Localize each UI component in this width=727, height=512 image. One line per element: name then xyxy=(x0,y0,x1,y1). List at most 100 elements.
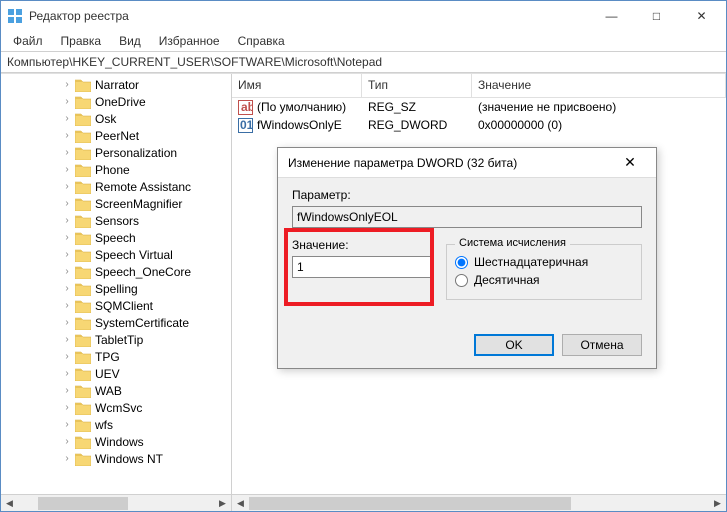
dialog-titlebar: Изменение параметра DWORD (32 бита) ✕ xyxy=(278,148,656,178)
minimize-button[interactable]: — xyxy=(589,2,634,30)
radix-hex[interactable]: Шестнадцатеричная xyxy=(455,255,633,269)
menu-favorites[interactable]: Избранное xyxy=(151,32,228,50)
chevron-right-icon[interactable]: › xyxy=(61,317,73,328)
tree-item[interactable]: ›Narrator xyxy=(1,76,232,93)
chevron-right-icon[interactable]: › xyxy=(61,198,73,209)
chevron-right-icon[interactable]: › xyxy=(61,147,73,158)
svg-text:011: 011 xyxy=(240,118,253,132)
address-bar[interactable]: Компьютер\HKEY_CURRENT_USER\SOFTWARE\Mic… xyxy=(1,51,726,73)
chevron-right-icon[interactable]: › xyxy=(61,385,73,396)
chevron-right-icon[interactable]: › xyxy=(61,368,73,379)
tree-item[interactable]: › UEV xyxy=(1,365,232,382)
tree-item[interactable]: ›Phone xyxy=(1,161,232,178)
registry-editor-window: Редактор реестра — □ ✕ Файл Правка Вид И… xyxy=(0,0,727,512)
tree-item[interactable]: ›Spelling xyxy=(1,280,232,297)
tree-item[interactable]: ›Windows xyxy=(1,433,232,450)
chevron-right-icon[interactable]: › xyxy=(61,453,73,464)
tree-item[interactable]: › WAB xyxy=(1,382,232,399)
radix-dec-radio[interactable] xyxy=(455,274,468,287)
edit-dword-dialog: Изменение параметра DWORD (32 бита) ✕ Па… xyxy=(277,147,657,369)
list-row[interactable]: 011fWindowsOnlyEREG_DWORD0x00000000 (0) xyxy=(232,116,726,134)
tree-item[interactable]: ›OneDrive xyxy=(1,93,232,110)
chevron-right-icon[interactable]: › xyxy=(61,181,73,192)
tree-item[interactable]: ›Speech xyxy=(1,229,232,246)
tree-item[interactable]: ›TabletTip xyxy=(1,331,232,348)
chevron-right-icon[interactable]: › xyxy=(61,436,73,447)
col-type[interactable]: Тип xyxy=(362,74,472,97)
scroll-track[interactable] xyxy=(249,495,709,512)
chevron-right-icon[interactable]: › xyxy=(61,249,73,260)
menu-view[interactable]: Вид xyxy=(111,32,149,50)
tree-item[interactable]: ›WcmSvc xyxy=(1,399,232,416)
col-name[interactable]: Имя xyxy=(232,74,362,97)
chevron-right-icon[interactable]: › xyxy=(61,266,73,277)
list-row[interactable]: ab(По умолчанию)REG_SZ(значение не присв… xyxy=(232,98,726,116)
tree-item-label: wfs xyxy=(95,418,113,432)
tree-item-label: Speech Virtual xyxy=(95,248,173,262)
chevron-right-icon[interactable]: › xyxy=(61,232,73,243)
value-input[interactable] xyxy=(292,256,432,278)
scroll-track[interactable] xyxy=(18,495,214,512)
chevron-right-icon[interactable]: › xyxy=(61,300,73,311)
radix-group: Система исчисления Шестнадцатеричная Дес… xyxy=(446,244,642,300)
tree-item-label: WAB xyxy=(95,384,122,398)
tree-item[interactable]: ›Speech_OneCore xyxy=(1,263,232,280)
tree-item-label: TPG xyxy=(95,350,120,364)
tree-pane[interactable]: ›Narrator›OneDrive›Osk›PeerNet›Personali… xyxy=(1,74,232,511)
tree-item[interactable]: ›Sensors xyxy=(1,212,232,229)
radix-dec[interactable]: Десятичная xyxy=(455,273,633,287)
tree-item-label: SQMClient xyxy=(95,299,153,313)
cell-name: fWindowsOnlyE xyxy=(257,118,342,132)
chevron-right-icon[interactable]: › xyxy=(61,113,73,124)
scroll-left-icon[interactable]: ◀ xyxy=(232,495,249,512)
chevron-right-icon[interactable]: › xyxy=(61,96,73,107)
chevron-right-icon[interactable]: › xyxy=(61,130,73,141)
tree-item[interactable]: › Speech Virtual xyxy=(1,246,232,263)
menu-edit[interactable]: Правка xyxy=(53,32,110,50)
scroll-left-icon[interactable]: ◀ xyxy=(1,495,18,512)
chevron-right-icon[interactable]: › xyxy=(61,334,73,345)
list-h-scrollbar[interactable]: ◀ ▶ xyxy=(232,494,726,511)
tree-item[interactable]: › Remote Assistanc xyxy=(1,178,232,195)
tree-item[interactable]: › wfs xyxy=(1,416,232,433)
chevron-right-icon[interactable]: › xyxy=(61,283,73,294)
chevron-right-icon[interactable]: › xyxy=(61,351,73,362)
ok-button[interactable]: OK xyxy=(474,334,554,356)
tree-item-label: PeerNet xyxy=(95,129,139,143)
menu-file[interactable]: Файл xyxy=(5,32,51,50)
cancel-button[interactable]: Отмена xyxy=(562,334,642,356)
tree-item[interactable]: ›SystemCertificate xyxy=(1,314,232,331)
dialog-close-button[interactable]: ✕ xyxy=(610,154,650,171)
tree-item-label: Remote Assistanc xyxy=(95,180,191,194)
maximize-button[interactable]: □ xyxy=(634,2,679,30)
value-label: Значение: xyxy=(292,238,432,252)
tree-item-label: Personalization xyxy=(95,146,177,160)
scroll-right-icon[interactable]: ▶ xyxy=(709,495,726,512)
tree-item[interactable]: › ScreenMagnifier xyxy=(1,195,232,212)
radix-hex-radio[interactable] xyxy=(455,256,468,269)
chevron-right-icon[interactable]: › xyxy=(61,419,73,430)
tree-item[interactable]: ›Windows NT xyxy=(1,450,232,467)
chevron-right-icon[interactable]: › xyxy=(61,164,73,175)
tree-item-label: ScreenMagnifier xyxy=(95,197,182,211)
param-input[interactable] xyxy=(292,206,642,228)
tree-h-scrollbar[interactable]: ◀ ▶ xyxy=(1,494,231,511)
chevron-right-icon[interactable]: › xyxy=(61,215,73,226)
chevron-right-icon[interactable]: › xyxy=(61,402,73,413)
window-buttons: — □ ✕ xyxy=(589,2,724,30)
scroll-thumb[interactable] xyxy=(249,497,571,510)
tree-item[interactable]: › SQMClient xyxy=(1,297,232,314)
tree-item[interactable]: ›Osk xyxy=(1,110,232,127)
tree-item-label: UEV xyxy=(95,367,120,381)
col-value[interactable]: Значение xyxy=(472,74,726,97)
scroll-thumb[interactable] xyxy=(38,497,128,510)
chevron-right-icon[interactable]: › xyxy=(61,79,73,90)
menu-help[interactable]: Справка xyxy=(230,32,293,50)
tree-item[interactable]: › TPG xyxy=(1,348,232,365)
tree-item[interactable]: › PeerNet xyxy=(1,127,232,144)
tree-item[interactable]: › Personalization xyxy=(1,144,232,161)
close-button[interactable]: ✕ xyxy=(679,2,724,30)
scroll-right-icon[interactable]: ▶ xyxy=(214,495,231,512)
app-icon xyxy=(7,8,23,24)
cell-type: REG_SZ xyxy=(368,100,416,114)
